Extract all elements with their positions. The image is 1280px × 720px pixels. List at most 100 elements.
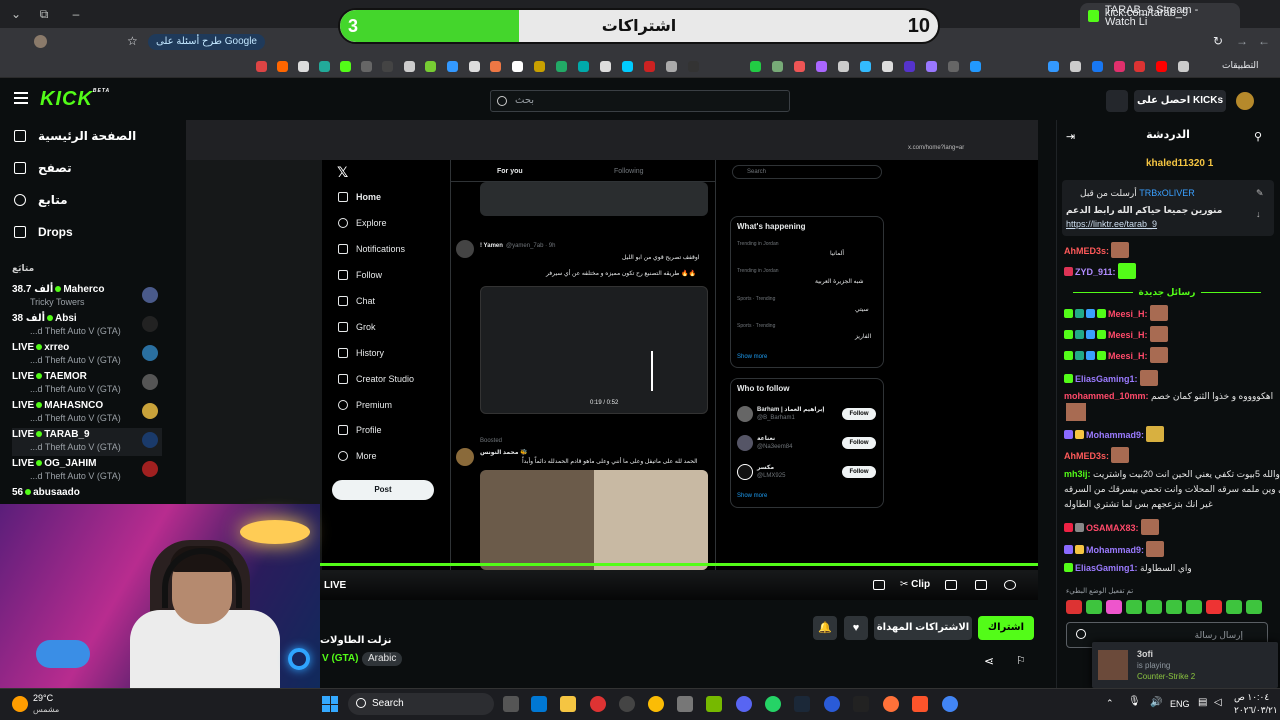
nvidia-icon[interactable] <box>706 696 722 712</box>
category-link[interactable]: V (GTA) <box>322 653 358 664</box>
sidebar-item-browse[interactable]: تصفح <box>14 159 72 177</box>
bookmark-icon[interactable] <box>404 61 415 72</box>
chat-username[interactable]: ZYD_911: <box>1075 267 1116 277</box>
ask-google-chip[interactable]: طرح أسئلة على Google <box>148 34 265 50</box>
speaker-icon[interactable]: ◁ <box>1214 697 1222 708</box>
emote-icon[interactable] <box>1146 600 1162 614</box>
chat-username[interactable]: Mohammad9: <box>1086 430 1144 440</box>
channel-item-tarab9[interactable]: LIVE TARAB_9 ...d Theft Auto V (GTA) <box>12 428 162 456</box>
pip-icon[interactable] <box>945 580 957 590</box>
expand-pinned-icon[interactable]: ↓ <box>1256 209 1261 219</box>
apps-label[interactable]: التطبيقات <box>1222 60 1259 71</box>
bookmark-icon[interactable] <box>534 61 545 72</box>
fullscreen-icon[interactable] <box>975 580 987 590</box>
bookmark-icon[interactable] <box>469 61 480 72</box>
task-view-icon[interactable] <box>503 696 519 712</box>
emote-icon[interactable] <box>1206 600 1222 614</box>
emote-icon[interactable] <box>1106 600 1122 614</box>
chat-username[interactable]: AhMED3s: <box>1064 451 1109 461</box>
chat-username[interactable]: mh3ij: <box>1064 469 1091 479</box>
bookmark-icon[interactable] <box>904 61 915 72</box>
bookmark-icon[interactable] <box>256 61 267 72</box>
bookmark-icon[interactable] <box>882 61 893 72</box>
chat-users-icon[interactable]: ⚲ <box>1254 130 1262 143</box>
chat-username[interactable]: EliasGaming1: <box>1075 563 1138 573</box>
bookmark-icon[interactable] <box>1134 61 1145 72</box>
bookmark-icon[interactable] <box>772 61 783 72</box>
chat-username[interactable]: Meesi_H: <box>1108 309 1148 319</box>
emote-icon[interactable] <box>1226 600 1242 614</box>
search-input[interactable]: بحث <box>490 90 790 112</box>
bookmark-icon[interactable] <box>666 61 677 72</box>
bookmark-icon[interactable] <box>1114 61 1125 72</box>
language-tag[interactable]: Arabic <box>362 652 403 666</box>
menu-icon[interactable] <box>14 92 28 104</box>
bookmark-icon[interactable] <box>1070 61 1081 72</box>
url-field[interactable]: kick.com/tarab_9 <box>1105 7 1188 19</box>
gift-subs-button[interactable]: الاشتراكات المهداة <box>874 616 972 640</box>
bookmark-icon[interactable] <box>750 61 761 72</box>
bookmark-icon[interactable] <box>556 61 567 72</box>
weather-sun-icon[interactable] <box>12 696 28 712</box>
bookmark-icon[interactable] <box>447 61 458 72</box>
bookmark-icon[interactable] <box>622 61 633 72</box>
bookmark-icon[interactable] <box>512 61 523 72</box>
steam-icon[interactable] <box>794 696 810 712</box>
reload-icon[interactable]: ↻ <box>1213 34 1223 48</box>
chat-username[interactable]: Meesi_H: <box>1108 330 1148 340</box>
bookmark-icon[interactable] <box>1178 61 1189 72</box>
chrome-icon[interactable] <box>648 696 664 712</box>
bookmark-icon[interactable] <box>1048 61 1059 72</box>
minimize-icon[interactable]: – <box>68 6 84 22</box>
epic-games-icon[interactable] <box>853 696 869 712</box>
channel-item-maherco[interactable]: 38.7 ألف Maherco Tricky Towers <box>12 283 162 311</box>
bookmark-icon[interactable] <box>600 61 611 72</box>
bookmark-icon[interactable] <box>578 61 589 72</box>
bookmark-icon[interactable] <box>425 61 436 72</box>
channel-item-taemor[interactable]: LIVE TAEMOR ...d Theft Auto V (GTA) <box>12 370 162 398</box>
forward-icon[interactable]: ← <box>1258 34 1270 48</box>
emote-icon[interactable] <box>1186 600 1202 614</box>
back-icon[interactable]: → <box>1236 34 1248 48</box>
bookmark-icon[interactable] <box>490 61 501 72</box>
bookmark-icon[interactable] <box>1156 61 1167 72</box>
bookmark-icon[interactable] <box>970 61 981 72</box>
chat-username[interactable]: EliasGaming1: <box>1075 374 1138 384</box>
discord-icon[interactable] <box>736 696 752 712</box>
firefox-icon[interactable] <box>883 696 899 712</box>
chat-username[interactable]: OSAMAX83: <box>1086 523 1139 533</box>
whatsapp-icon[interactable] <box>765 696 781 712</box>
bookmark-icon[interactable] <box>948 61 959 72</box>
microphone-icon[interactable]: 🎙 <box>1128 696 1141 707</box>
kick-logo[interactable]: KICKBETA <box>40 88 110 111</box>
taskbar-search[interactable]: Search <box>348 693 494 715</box>
bookmark-icon[interactable] <box>644 61 655 72</box>
pin-icon[interactable]: ✎ <box>1256 188 1264 199</box>
chrome-icon[interactable] <box>942 696 958 712</box>
bookmark-icon[interactable] <box>860 61 871 72</box>
bookmark-icon[interactable] <box>688 61 699 72</box>
brave-icon[interactable] <box>912 696 928 712</box>
emote-icon[interactable] <box>1126 600 1142 614</box>
app-icon[interactable] <box>677 696 693 712</box>
subscribe-button[interactable]: اشتراك <box>978 616 1034 640</box>
report-icon[interactable]: ⚐ <box>1016 654 1026 667</box>
chat-username[interactable]: mohammed_10mm: <box>1064 391 1149 401</box>
sidebar-item-following[interactable]: متابع <box>14 191 68 209</box>
window-restore-icon[interactable]: ⧉ <box>36 6 52 22</box>
emote-icon[interactable] <box>1166 600 1182 614</box>
clock-time[interactable]: ١٠:٠٤ ص <box>1234 692 1269 703</box>
bookmark-icon[interactable] <box>1092 61 1103 72</box>
bookmark-icon[interactable] <box>277 61 288 72</box>
app-icon[interactable] <box>619 696 635 712</box>
bookmark-icon[interactable] <box>361 61 372 72</box>
channel-item-mahasnco[interactable]: LIVE MAHASNCO ...d Theft Auto V (GTA) <box>12 399 162 427</box>
sidebar-item-home[interactable]: الصفحة الرئيسية <box>14 127 136 145</box>
layout-toggle-icon[interactable] <box>1106 90 1128 112</box>
bookmark-icon[interactable] <box>382 61 393 72</box>
get-kicks-button[interactable]: احصل على KICKs <box>1134 90 1226 112</box>
network-icon[interactable]: ▤ <box>1198 697 1207 708</box>
clip-button[interactable]: ✂ Clip <box>900 579 930 590</box>
bookmark-icon[interactable] <box>838 61 849 72</box>
tray-chevron-icon[interactable]: ⌃ <box>1106 698 1114 709</box>
